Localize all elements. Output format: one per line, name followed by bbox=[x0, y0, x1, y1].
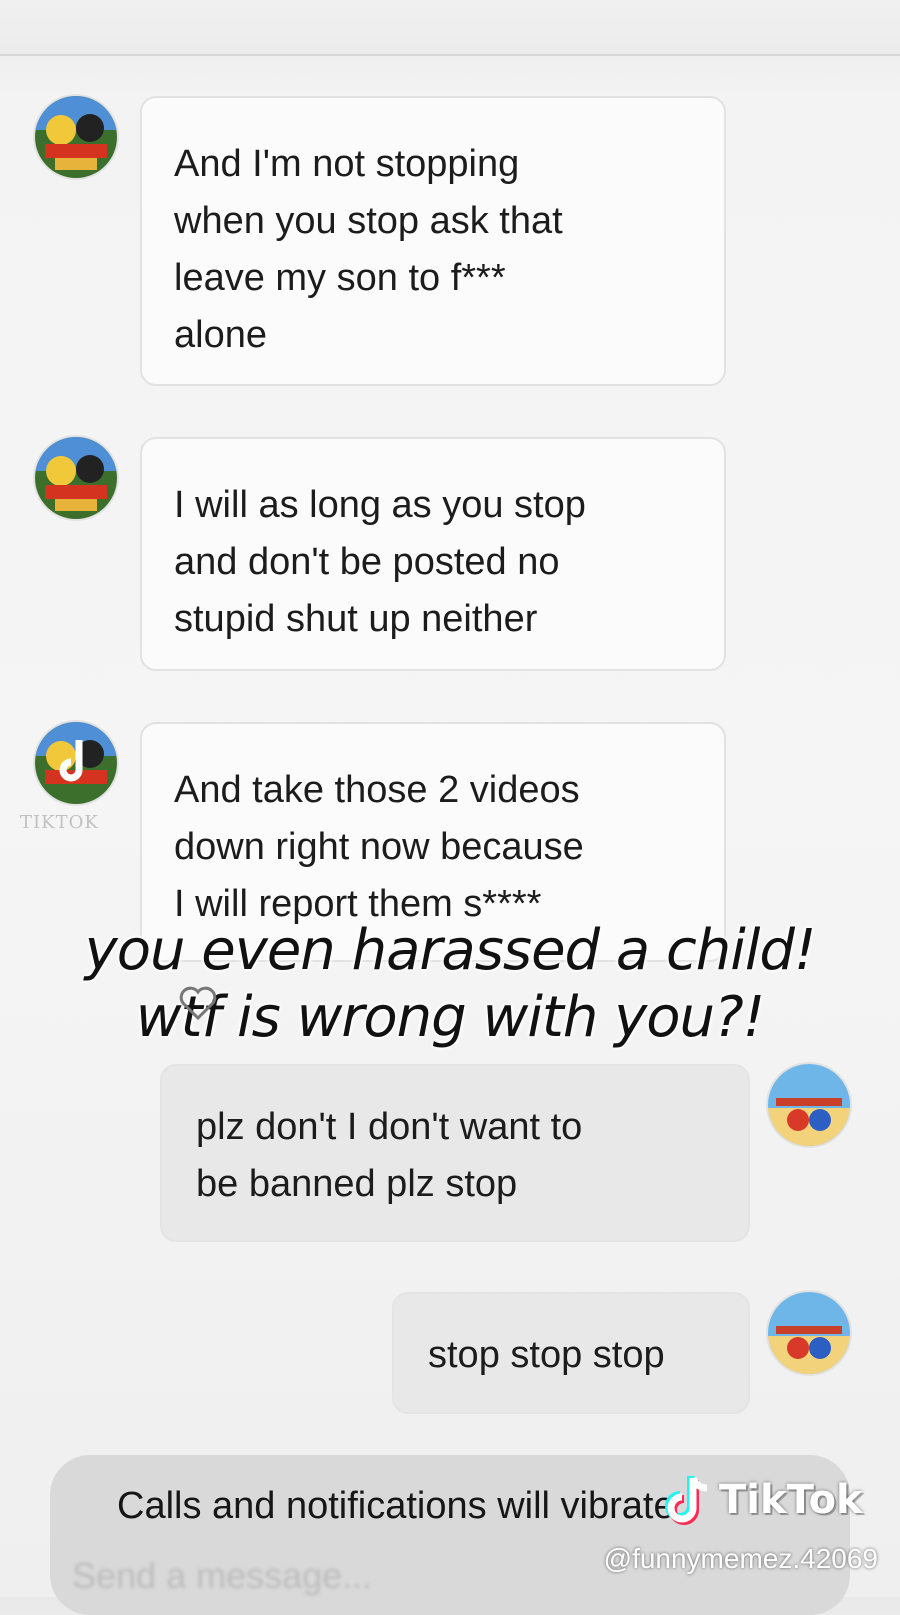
avatar-image bbox=[768, 1064, 850, 1146]
avatar-image bbox=[35, 722, 117, 804]
message-line: leave my son to f*** bbox=[174, 257, 506, 299]
chat-header bbox=[0, 0, 900, 56]
sender-avatar[interactable] bbox=[35, 437, 117, 519]
message-line: down right now because bbox=[174, 826, 584, 868]
message-bubble-incoming[interactable]: And I'm not stopping when you stop ask t… bbox=[140, 96, 726, 386]
caption-line-1: you even harassed a child! bbox=[84, 918, 817, 983]
message-line: alone bbox=[174, 314, 267, 356]
message-bubble-outgoing[interactable]: plz don't I don't want to be banned plz … bbox=[160, 1064, 750, 1242]
tiktok-watermark: TikTok bbox=[665, 1474, 863, 1526]
my-avatar[interactable] bbox=[768, 1292, 850, 1374]
message-line: stupid shut up neither bbox=[174, 598, 538, 640]
my-avatar[interactable] bbox=[768, 1064, 850, 1146]
message-bubble-outgoing[interactable]: stop stop stop bbox=[392, 1292, 750, 1414]
sender-avatar[interactable] bbox=[35, 96, 117, 178]
message-line: And take those 2 videos bbox=[174, 769, 580, 811]
like-heart-icon[interactable] bbox=[178, 985, 218, 1021]
message-line: I will as long as you stop bbox=[174, 484, 586, 526]
tiktok-watermark-faded: TIKTOK bbox=[20, 812, 99, 833]
avatar-image bbox=[768, 1292, 850, 1374]
sender-avatar[interactable] bbox=[35, 722, 117, 804]
message-bubble-incoming[interactable]: I will as long as you stop and don't be … bbox=[140, 437, 726, 671]
tiktok-logo-icon bbox=[665, 1476, 708, 1525]
caption-line-2: wtf is wrong with you?! bbox=[135, 985, 765, 1050]
avatar-image bbox=[35, 437, 117, 519]
message-line: and don't be posted no bbox=[174, 541, 560, 583]
message-line: plz don't I don't want to bbox=[196, 1106, 583, 1148]
vibrate-notice-text: Calls and notifications will vibrate bbox=[117, 1485, 675, 1527]
message-line: be banned plz stop bbox=[196, 1163, 518, 1205]
message-line: And I'm not stopping bbox=[174, 143, 520, 185]
message-line: when you stop ask that bbox=[174, 200, 563, 242]
avatar-image bbox=[35, 96, 117, 178]
message-input-placeholder[interactable]: Send a message... bbox=[72, 1555, 372, 1597]
message-line: stop stop stop bbox=[428, 1334, 665, 1376]
tiktok-brand-text: TikTok bbox=[719, 1477, 863, 1523]
creator-handle: @funnymemez.42069 bbox=[603, 1543, 878, 1574]
